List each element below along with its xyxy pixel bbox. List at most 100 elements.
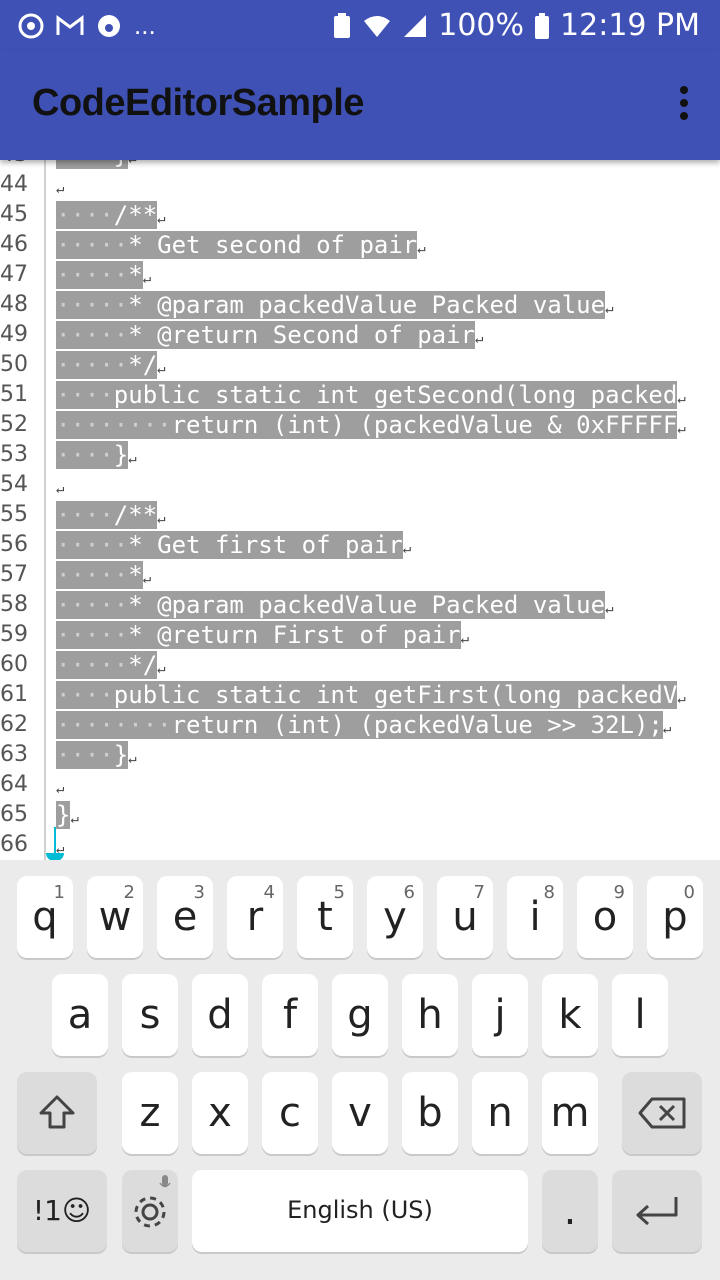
key-f[interactable]: f <box>262 974 318 1056</box>
code-line[interactable]: 60 ·····*/↵ <box>0 650 720 680</box>
code-line[interactable]: 55 ····/**↵ <box>0 500 720 530</box>
key-n-label: n <box>487 1090 513 1136</box>
code-line[interactable]: 54 ↵ <box>0 470 720 500</box>
code-line[interactable]: 63 ····}↵ <box>0 740 720 770</box>
code-text: ····} <box>56 741 129 769</box>
line-code: ·····*/↵ <box>56 650 166 684</box>
app-bar: CodeEditorSample <box>0 50 720 160</box>
code-line[interactable]: 51 ····public static int getSecond(long p… <box>0 380 720 410</box>
code-line[interactable]: 48 ·····* @param packedValue Packed value… <box>0 290 720 320</box>
key-z[interactable]: z <box>122 1072 178 1154</box>
line-number: 56 <box>0 532 28 557</box>
code-line[interactable]: 46 ·····* Get second of pair↵ <box>0 230 720 260</box>
line-code: ·····* @param packedValue Packed value↵ <box>56 290 614 324</box>
eol-marker: ↵ <box>157 211 166 227</box>
key-s[interactable]: s <box>122 974 178 1056</box>
shift-key[interactable] <box>17 1072 97 1154</box>
code-line[interactable]: 50 ·····*/↵ <box>0 350 720 380</box>
status-bar-right: 100% 12:19 PM <box>332 8 700 43</box>
eol-marker: ↵ <box>460 631 470 647</box>
code-line[interactable]: 62 ········return (int) (packedValue >> 3… <box>0 710 720 740</box>
code-text: ····/** <box>56 201 158 229</box>
code-line[interactable]: 44 ↵ <box>0 170 720 200</box>
code-line[interactable]: 56 ·····* Get first of pair↵ <box>0 530 720 560</box>
key-a[interactable]: a <box>52 974 108 1056</box>
enter-icon <box>636 1197 678 1226</box>
settings-key[interactable] <box>122 1170 178 1252</box>
line-code: ↵ <box>56 770 65 804</box>
code-line[interactable]: 66 ↵ <box>0 830 720 860</box>
eol-marker: ↵ <box>56 181 65 197</box>
key-y[interactable]: y6 <box>367 876 423 958</box>
code-text: ·····* <box>56 261 143 289</box>
space-key[interactable]: English (US) <box>192 1170 528 1252</box>
symbols-key[interactable]: !1☺ <box>17 1170 107 1252</box>
code-line[interactable]: 43 ····}↵ <box>0 160 720 170</box>
more-notifications: ... <box>134 10 156 40</box>
code-editor[interactable]: 43····}↵44↵45····/**↵46·····* Get second… <box>0 160 720 860</box>
key-w[interactable]: w2 <box>87 876 143 958</box>
code-line[interactable]: 61 ····public static int getFirst(long pa… <box>0 680 720 710</box>
line-number: 51 <box>0 382 28 407</box>
key-n[interactable]: n <box>472 1072 528 1154</box>
key-z-label: z <box>139 1090 161 1136</box>
line-number: 49 <box>0 322 28 347</box>
code-text: ····} <box>56 441 129 469</box>
line-code: ·····* @return First of pair↵ <box>56 620 470 654</box>
period-key[interactable]: . <box>542 1170 598 1252</box>
code-text: ·····* <box>56 561 143 589</box>
line-number: 55 <box>0 502 28 527</box>
key-i[interactable]: i8 <box>507 876 563 958</box>
line-code: ↵ <box>56 470 65 504</box>
code-line[interactable]: 49 ·····* @return Second of pair↵ <box>0 320 720 350</box>
key-d[interactable]: d <box>192 974 248 1056</box>
code-text: ·····* Get second of pair <box>56 231 418 259</box>
line-code: ·····*↵ <box>56 560 152 594</box>
code-line[interactable]: 64 ↵ <box>0 770 720 800</box>
code-line[interactable]: 45 ····/**↵ <box>0 200 720 230</box>
code-text: } <box>56 801 71 829</box>
line-code: ····public static int getFirst(long pack… <box>56 680 686 714</box>
code-line[interactable]: 57 ·····*↵ <box>0 560 720 590</box>
code-line[interactable]: 58 ·····* @param packedValue Packed value… <box>0 590 720 620</box>
enter-key[interactable] <box>612 1170 702 1252</box>
app-title: CodeEditorSample <box>32 82 364 124</box>
code-text: ····/** <box>56 501 158 529</box>
key-v[interactable]: v <box>332 1072 388 1154</box>
key-c[interactable]: c <box>262 1072 318 1154</box>
code-line[interactable]: 47 ·····*↵ <box>0 260 720 290</box>
eol-marker: ↵ <box>677 421 686 437</box>
key-e[interactable]: e3 <box>157 876 213 958</box>
key-j[interactable]: j <box>472 974 528 1056</box>
backspace-icon <box>638 1097 686 1129</box>
key-h[interactable]: h <box>402 974 458 1056</box>
code-line[interactable]: 65}↵ <box>0 800 720 830</box>
code-line[interactable]: 53 ····}↵ <box>0 440 720 470</box>
eol-marker: ↵ <box>142 571 152 587</box>
line-code: ·····*/↵ <box>56 350 166 384</box>
key-b[interactable]: b <box>402 1072 458 1154</box>
code-text: ·····*/ <box>56 651 158 679</box>
key-q[interactable]: q1 <box>17 876 73 958</box>
key-p[interactable]: p0 <box>647 876 703 958</box>
more-vert-icon[interactable] <box>678 86 690 126</box>
backspace-key[interactable] <box>622 1072 702 1154</box>
symbols-key-label: !1☺ <box>32 1194 92 1227</box>
key-r[interactable]: r4 <box>227 876 283 958</box>
key-k[interactable]: k <box>542 974 598 1056</box>
key-o[interactable]: o9 <box>577 876 633 958</box>
key-m[interactable]: m <box>542 1072 598 1154</box>
code-line[interactable]: 52 ········return (int) (packedValue & 0x… <box>0 410 720 440</box>
key-g[interactable]: g <box>332 974 388 1056</box>
key-l-label: l <box>634 992 646 1038</box>
key-x[interactable]: x <box>192 1072 248 1154</box>
key-u[interactable]: u7 <box>437 876 493 958</box>
key-l[interactable]: l <box>612 974 668 1056</box>
key-i-hint: 8 <box>543 882 555 903</box>
key-t[interactable]: t5 <box>297 876 353 958</box>
eol-marker: ↵ <box>56 481 65 497</box>
key-y-hint: 6 <box>403 882 415 903</box>
line-number: 50 <box>0 352 28 377</box>
code-line[interactable]: 59 ·····* @return First of pair↵ <box>0 620 720 650</box>
line-code: ····/**↵ <box>56 200 166 234</box>
